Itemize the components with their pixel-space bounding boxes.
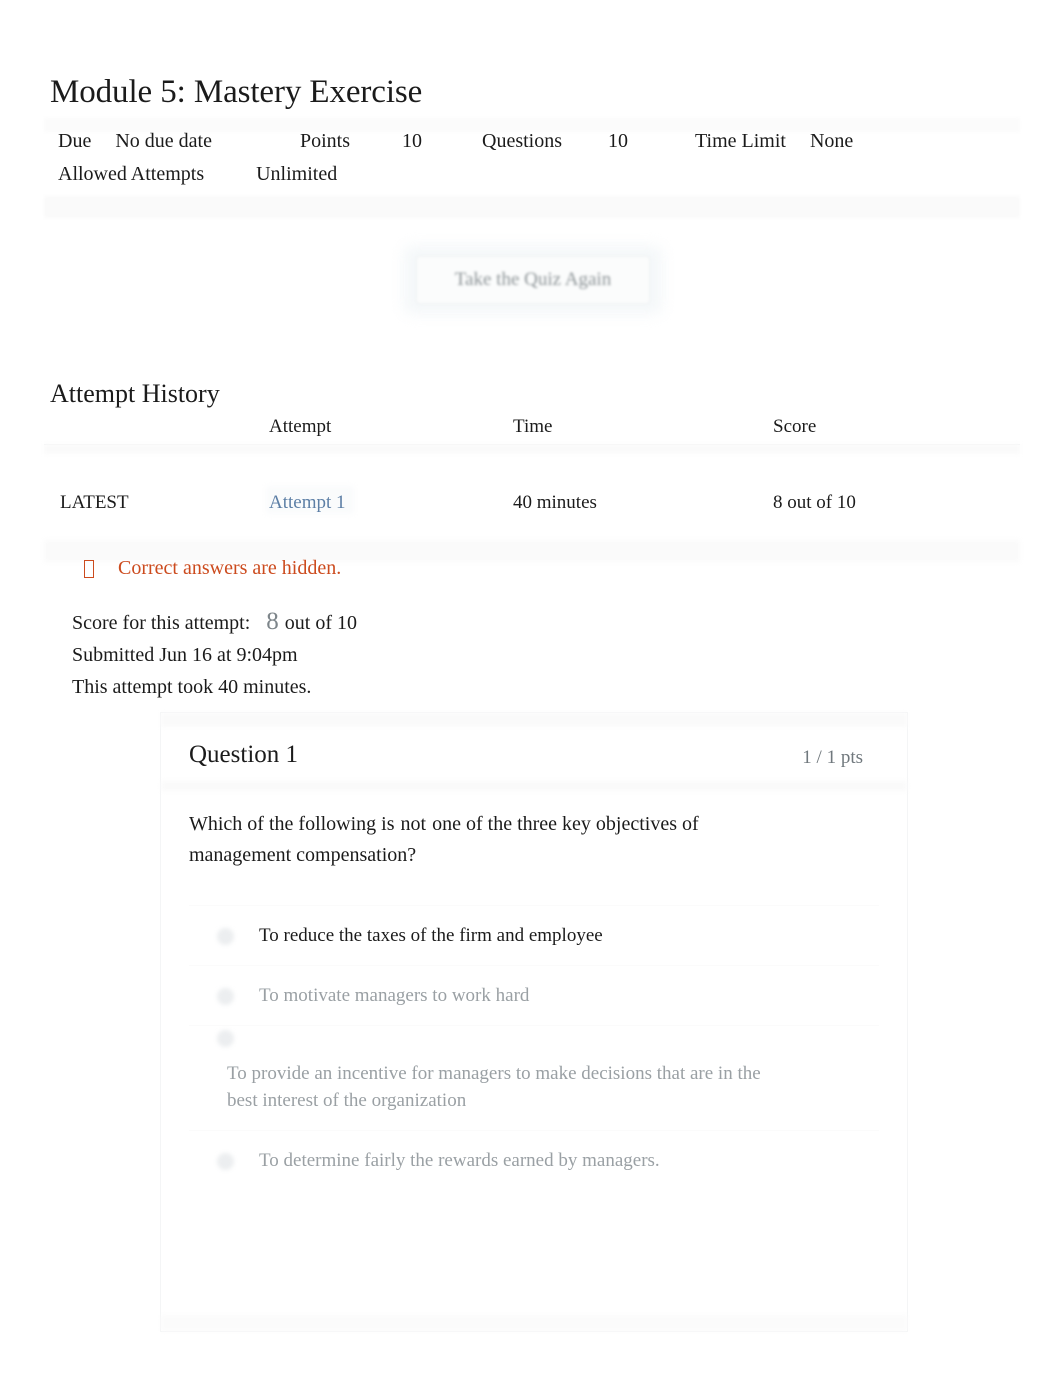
answer-list: To reduce the taxes of the firm and empl… xyxy=(189,905,879,1190)
question-header: Question 1 1 / 1 pts xyxy=(161,727,907,791)
answer-label: To determine fairly the rewards earned b… xyxy=(259,1150,660,1171)
warning-icon xyxy=(84,559,94,578)
score-prefix: Score for this attempt: xyxy=(72,612,251,634)
metadata-row-primary: Due No due date Points 10 Questions 10 T… xyxy=(58,130,853,153)
attempt-1-link[interactable]: Attempt 1 xyxy=(269,492,346,513)
attempt-kept-badge: LATEST xyxy=(60,492,129,513)
radio-button-icon[interactable] xyxy=(217,928,234,945)
question-card-bottom-shade xyxy=(161,1315,907,1331)
allowed-attempts-value: Unlimited xyxy=(256,163,338,185)
attempt-history-heading: Attempt History xyxy=(50,378,220,408)
attempt-summary: Score for this attempt: 8 out of 10 Submit… xyxy=(72,606,357,703)
due-value: No due date xyxy=(115,130,212,152)
question-card: Question 1 1 / 1 pts Which of the follow… xyxy=(160,712,908,1332)
answer-label: To motivate managers to work hard xyxy=(259,985,530,1006)
question-header-divider xyxy=(161,781,907,791)
attempt-time-cell: 40 minutes xyxy=(513,492,597,513)
time-limit-label: Time Limit xyxy=(695,130,786,152)
answer-label: To provide an incentive for managers to … xyxy=(227,1063,761,1111)
attempt-history-table: Attempt Time Score LATEST Attempt 1 40 m… xyxy=(44,408,1020,562)
points-value: 10 xyxy=(402,130,422,152)
answer-option[interactable]: To motivate managers to work hard xyxy=(189,966,879,1025)
metadata-row-attempts: Allowed Attempts Unlimited xyxy=(58,163,337,186)
table-header-row: Attempt Time Score xyxy=(44,408,1020,454)
score-suffix: out of 10 xyxy=(284,612,358,634)
notice-text: Correct answers are hidden. xyxy=(118,557,342,579)
question-text-before: Which of the following is xyxy=(189,813,395,835)
question-card-top-shade xyxy=(161,713,907,727)
page-title: Module 5: Mastery Exercise xyxy=(50,74,423,111)
quiz-results-page: Module 5: Mastery Exercise Due No due da… xyxy=(0,0,1062,1377)
radio-button-icon[interactable] xyxy=(217,1153,234,1170)
question-name: Question 1 xyxy=(189,741,299,768)
question-text-emphasis: not xyxy=(400,813,427,835)
answer-option[interactable]: To provide an incentive for managers to … xyxy=(189,1026,879,1130)
question-body: Which of the following is not one of the t… xyxy=(189,809,887,871)
points-label: Points xyxy=(299,130,350,152)
question-points: 1 / 1 pts xyxy=(802,747,863,768)
attempt-link-cell[interactable]: Attempt 1 xyxy=(269,492,346,514)
questions-label: Questions xyxy=(482,130,562,152)
column-header-attempt: Attempt xyxy=(269,416,332,437)
allowed-attempts-label: Allowed Attempts xyxy=(58,163,205,185)
due-label: Due xyxy=(58,130,92,152)
radio-button-icon[interactable] xyxy=(217,1030,234,1047)
duration-line: This attempt took 40 minutes. xyxy=(72,676,312,698)
table-row: LATEST Attempt 1 40 minutes 8 out of 10 xyxy=(44,444,1020,562)
answer-option[interactable]: To reduce the taxes of the firm and empl… xyxy=(189,906,879,965)
correct-answers-hidden-notice: Correct answers are hidden. xyxy=(84,557,341,580)
radio-button-icon[interactable] xyxy=(217,988,234,1005)
question-text: Which of the following is not one of the t… xyxy=(189,809,749,871)
retake-quiz-container: Take the Quiz Again xyxy=(404,246,662,314)
attempt-score-cell: 8 out of 10 xyxy=(773,492,856,513)
score-value: 8 xyxy=(266,608,279,635)
answer-option[interactable]: To determine fairly the rewards earned b… xyxy=(189,1131,879,1190)
column-header-score: Score xyxy=(773,416,817,437)
metadata-bottom-divider xyxy=(44,196,1020,218)
questions-value: 10 xyxy=(608,130,628,152)
column-header-time: Time xyxy=(513,416,553,437)
submitted-line: Submitted Jun 16 at 9:04pm xyxy=(72,644,298,666)
answer-label: To reduce the taxes of the firm and empl… xyxy=(259,925,603,946)
time-limit-value: None xyxy=(809,130,854,152)
take-quiz-again-button[interactable]: Take the Quiz Again xyxy=(416,256,650,304)
quiz-metadata: Due No due date Points 10 Questions 10 T… xyxy=(44,118,1020,218)
score-for-attempt-line: Score for this attempt: 8 out of 10 xyxy=(72,606,357,639)
